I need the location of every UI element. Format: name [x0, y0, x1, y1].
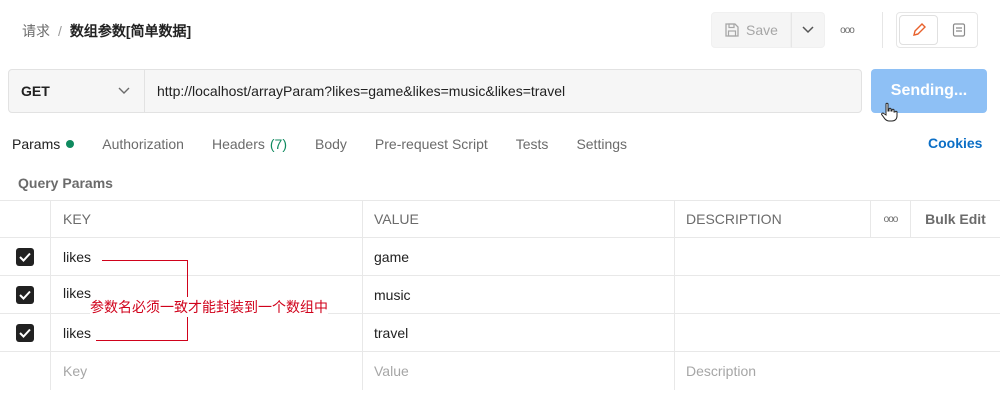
table-row: likes travel	[0, 314, 1000, 352]
edit-view-button[interactable]	[899, 15, 938, 45]
row-check-cell	[0, 238, 50, 275]
chevron-down-icon	[118, 87, 130, 94]
new-param-row: Key Value Description	[0, 352, 1000, 390]
param-description-cell[interactable]	[674, 238, 1000, 275]
tab-authorization[interactable]: Authorization	[102, 136, 184, 152]
param-value-cell[interactable]: music	[362, 276, 674, 313]
row-check-cell	[0, 314, 50, 351]
row-checkbox[interactable]	[16, 285, 34, 304]
param-description-cell[interactable]	[674, 314, 1000, 351]
tab-tests[interactable]: Tests	[516, 136, 549, 152]
headers-count: (7)	[269, 136, 287, 152]
tab-params[interactable]: Params	[12, 136, 75, 152]
tab-label: Body	[315, 136, 347, 152]
row-checkbox[interactable]	[16, 247, 34, 266]
document-icon	[952, 23, 965, 37]
tab-headers[interactable]: Headers (7)	[212, 136, 287, 152]
column-header-value: VALUE	[362, 201, 674, 237]
annotation-line-bottom	[96, 340, 188, 341]
header-check-cell	[0, 201, 50, 237]
query-params-title: Query Params	[18, 175, 113, 191]
annotation-line-top	[102, 260, 188, 261]
column-header-key: KEY	[50, 201, 362, 237]
breadcrumb-separator: /	[58, 23, 62, 39]
checkmark-icon	[19, 290, 31, 300]
row-check-cell	[0, 276, 50, 313]
annotation-text: 参数名必须一致才能封装到一个数组中	[90, 297, 328, 317]
row-checkbox[interactable]	[16, 323, 34, 342]
view-toggle	[896, 12, 978, 48]
pencil-icon	[912, 23, 926, 36]
tab-body[interactable]: Body	[315, 136, 347, 152]
tab-settings[interactable]: Settings	[576, 136, 627, 152]
save-button[interactable]: Save	[711, 12, 791, 48]
checkmark-icon	[19, 328, 31, 338]
tab-label: Headers	[211, 136, 265, 152]
cookies-link[interactable]: Cookies	[928, 135, 982, 151]
hand-cursor-icon	[881, 102, 898, 122]
table-header-row: KEY VALUE DESCRIPTION ooo Bulk Edit	[0, 200, 1000, 238]
tab-label: Tests	[515, 136, 549, 152]
param-value-cell[interactable]: travel	[362, 314, 674, 351]
request-tabs: Params Authorization Headers (7) Body Pr…	[12, 134, 655, 154]
param-description-cell[interactable]	[674, 276, 1000, 313]
table-row: likes game	[0, 238, 1000, 276]
breadcrumb-parent[interactable]: 请求	[22, 21, 50, 41]
tab-pre-request-script[interactable]: Pre-request Script	[375, 136, 488, 152]
url-input[interactable]: http://localhost/arrayParam?likes=game&l…	[145, 70, 565, 112]
save-dropdown-button[interactable]	[791, 12, 825, 48]
breadcrumb: 请求 / 数组参数[简单数据]	[22, 20, 191, 42]
request-title[interactable]: 数组参数[简单数据]	[70, 21, 191, 41]
new-description-input[interactable]: Description	[674, 352, 1000, 390]
save-icon	[725, 23, 739, 37]
chevron-down-icon	[802, 26, 814, 34]
param-key-cell[interactable]: likes	[50, 238, 362, 275]
new-key-input[interactable]: Key	[50, 352, 362, 390]
more-options-icon[interactable]: ooo	[834, 18, 860, 42]
bulk-edit-button[interactable]: Bulk Edit	[910, 201, 1000, 237]
param-key-cell[interactable]: likes	[50, 314, 362, 351]
documentation-view-button[interactable]	[940, 13, 977, 47]
tab-label: Settings	[576, 136, 628, 152]
new-value-input[interactable]: Value	[362, 352, 674, 390]
save-label: Save	[746, 22, 778, 38]
tab-label: Authorization	[102, 136, 184, 152]
url-bar: GET http://localhost/arrayParam?likes=ga…	[8, 69, 862, 113]
method-select[interactable]: GET	[9, 70, 145, 112]
param-value-cell[interactable]: game	[362, 238, 674, 275]
column-header-description: DESCRIPTION	[674, 201, 870, 237]
toolbar-divider	[882, 12, 883, 48]
column-options-icon[interactable]: ooo	[870, 201, 910, 237]
tab-label: Pre-request Script	[374, 136, 488, 152]
active-params-dot	[66, 140, 75, 148]
row-check-cell	[0, 352, 50, 390]
method-label: GET	[21, 83, 50, 99]
checkmark-icon	[19, 252, 31, 262]
tab-label: Params	[12, 136, 61, 152]
save-group: Save	[711, 12, 825, 48]
